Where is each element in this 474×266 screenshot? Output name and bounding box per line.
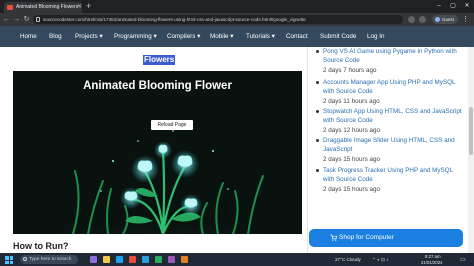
blooming-flower-illustration [23, 130, 302, 234]
nav-home[interactable]: Home [20, 26, 37, 47]
post-link[interactable]: Draggable Image Slider Using HTML, CSS a… [323, 136, 463, 154]
post-date: 2 days 7 hours ago [323, 67, 377, 74]
url-field[interactable]: sourcecodester.com/html/css/17452/animat… [33, 15, 403, 24]
bullet-icon [316, 110, 319, 113]
bullet-icon [316, 169, 319, 172]
shop-button-label: Shop for Computer [339, 234, 394, 241]
taskbar: Type here to search 27°C Cloudy ⌃ ◐ ⊡ ♪ … [0, 253, 474, 266]
bullet-icon [316, 139, 319, 142]
post-link[interactable]: Stopwatch App Using HTML, CSS and JavaSc… [323, 107, 463, 125]
post-date: 2 days 15 hours ago [323, 186, 381, 193]
nav-mobile[interactable]: Mobile ▾ [210, 26, 233, 47]
post-date: 2 days 11 hours ago [323, 98, 380, 105]
shop-for-computer-button[interactable]: Shop for Computer [309, 229, 463, 247]
nav-submit-code[interactable]: Submit Code [320, 26, 356, 47]
lock-icon [36, 17, 40, 22]
new-tab-icon[interactable]: + [86, 1, 91, 12]
taskbar-search-placeholder: Type here to search [29, 257, 72, 262]
post-date: 2 days 15 hours ago [323, 156, 381, 163]
tab-title: Animated Blooming Flowers [16, 4, 79, 10]
post-link[interactable]: Pong VS AI Game using Pygame in Python w… [323, 47, 463, 65]
reload-page-button[interactable]: Reload Page [151, 120, 193, 130]
browser-menu-icon[interactable]: ⋮ [462, 15, 469, 24]
task-view-icon[interactable] [90, 256, 97, 263]
taskbar-search[interactable]: Type here to search [20, 255, 78, 264]
windows-start-icon[interactable] [5, 256, 13, 264]
forward-icon[interactable]: → [12, 15, 21, 24]
column-divider [307, 47, 308, 253]
minimize-icon[interactable]: – [432, 0, 446, 13]
tray-icons[interactable]: ⌃ ◐ ⊡ ♪ [372, 257, 389, 263]
close-window-icon[interactable]: ✕ [460, 0, 474, 13]
nav-tutorials[interactable]: Tutorials ▾ [246, 26, 275, 47]
sidepanel-icon[interactable] [419, 16, 426, 23]
bullet-icon [316, 50, 319, 53]
maximize-icon[interactable]: ▢ [446, 0, 460, 13]
nav-projects[interactable]: Projects ▾ [75, 26, 103, 47]
back-icon[interactable]: ← [2, 15, 11, 24]
hero-title: Animated Blooming Flower [83, 80, 232, 92]
cart-icon [330, 234, 337, 241]
highlighted-word: Flowers [143, 55, 176, 65]
page-content: Flowers Animated Blooming Flower Reload … [0, 47, 474, 253]
post-date: 2 days 12 hours ago [323, 127, 381, 134]
close-tab-icon[interactable]: ✕ [77, 2, 82, 13]
profile-button[interactable]: Guest [432, 15, 458, 24]
browser-tab[interactable]: Animated Blooming Flowers ✕ [4, 2, 82, 13]
weather-text[interactable]: 27°C Cloudy [335, 257, 361, 262]
scrollbar-thumb[interactable] [469, 107, 473, 155]
post-link[interactable]: Accounts Manager App Using PHP and MySQL… [323, 78, 463, 96]
nav-blog[interactable]: Blog [49, 26, 62, 47]
search-icon [23, 257, 27, 261]
app-icon[interactable] [168, 256, 175, 263]
recent-posts-list: Pong VS AI Game using Pygame in Python w… [313, 47, 463, 253]
browser-tab-bar: Animated Blooming Flowers ✕ + – ▢ ✕ [0, 0, 474, 13]
profile-label: Guest [442, 17, 455, 22]
notepad-icon[interactable] [155, 256, 162, 263]
extension-icon[interactable] [408, 16, 415, 23]
bullet-icon [316, 81, 319, 84]
nav-programming[interactable]: Programming ▾ [114, 26, 157, 47]
favicon-icon [7, 5, 13, 10]
edge-icon[interactable] [116, 256, 123, 263]
address-bar-row: ← → ↻ sourcecodester.com/html/css/17452/… [0, 13, 474, 26]
profile-icon [435, 17, 440, 22]
reload-icon[interactable]: ↻ [22, 15, 31, 24]
nav-compilers[interactable]: Compilers ▾ [167, 26, 200, 47]
chrome-icon[interactable] [129, 256, 136, 263]
section-heading: How to Run? [13, 241, 69, 251]
file-explorer-icon[interactable] [103, 256, 110, 263]
nav-log-in[interactable]: Log In [367, 26, 385, 47]
site-nav: Home Blog Projects ▾ Programming ▾ Compi… [0, 26, 474, 47]
demo-image: Animated Blooming Flower Reload Page [13, 71, 302, 234]
clock-time[interactable]: 8:27 am [425, 254, 441, 259]
screen: Animated Blooming Flowers ✕ + – ▢ ✕ ← → … [0, 0, 474, 266]
nav-contact[interactable]: Contact [286, 26, 308, 47]
clock-date[interactable]: 21/01/2024 [421, 260, 443, 265]
url-text: sourcecodester.com/html/css/17452/animat… [43, 17, 306, 22]
notification-icon[interactable]: ▭ [460, 256, 466, 263]
page-scrollbar[interactable] [468, 47, 474, 253]
app-icon[interactable] [181, 256, 188, 263]
post-link[interactable]: Task Progress Tracker Using PHP and MySQ… [323, 166, 463, 184]
vscode-icon[interactable] [142, 256, 149, 263]
